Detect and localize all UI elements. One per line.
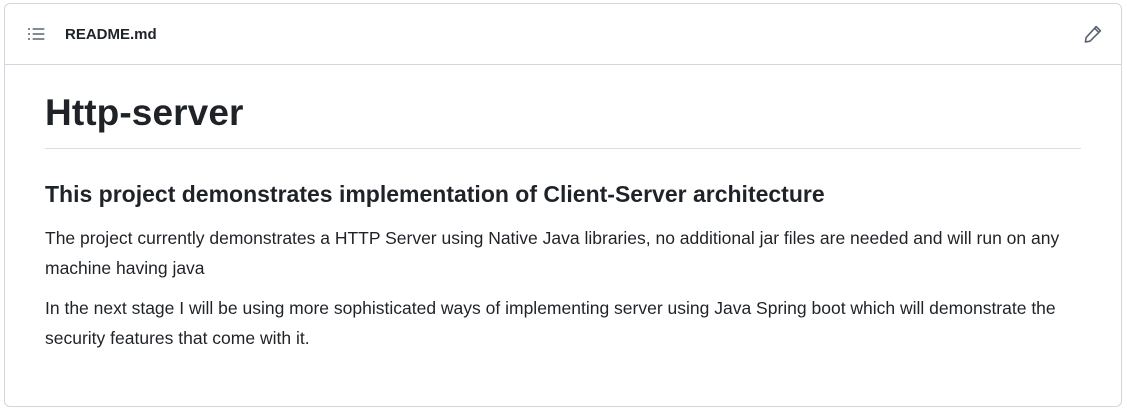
- list-unordered-icon: [28, 28, 45, 40]
- readme-paragraph: In the next stage I will be using more s…: [45, 298, 1056, 348]
- table-of-contents-button[interactable]: [24, 22, 48, 46]
- readme-content: Http-server This project demonstrates im…: [5, 65, 1121, 353]
- readme-title: Http-server: [45, 91, 1081, 149]
- readme-panel: README.md Http-server This project demon…: [4, 3, 1122, 407]
- readme-paragraph: The project currently demonstrates a HTT…: [45, 228, 1060, 278]
- readme-header: README.md: [5, 4, 1121, 65]
- edit-file-button[interactable]: [1081, 22, 1105, 46]
- pencil-icon: [1084, 25, 1102, 43]
- file-name-link[interactable]: README.md: [65, 26, 157, 43]
- readme-subtitle: This project demonstrates implementation…: [45, 181, 825, 207]
